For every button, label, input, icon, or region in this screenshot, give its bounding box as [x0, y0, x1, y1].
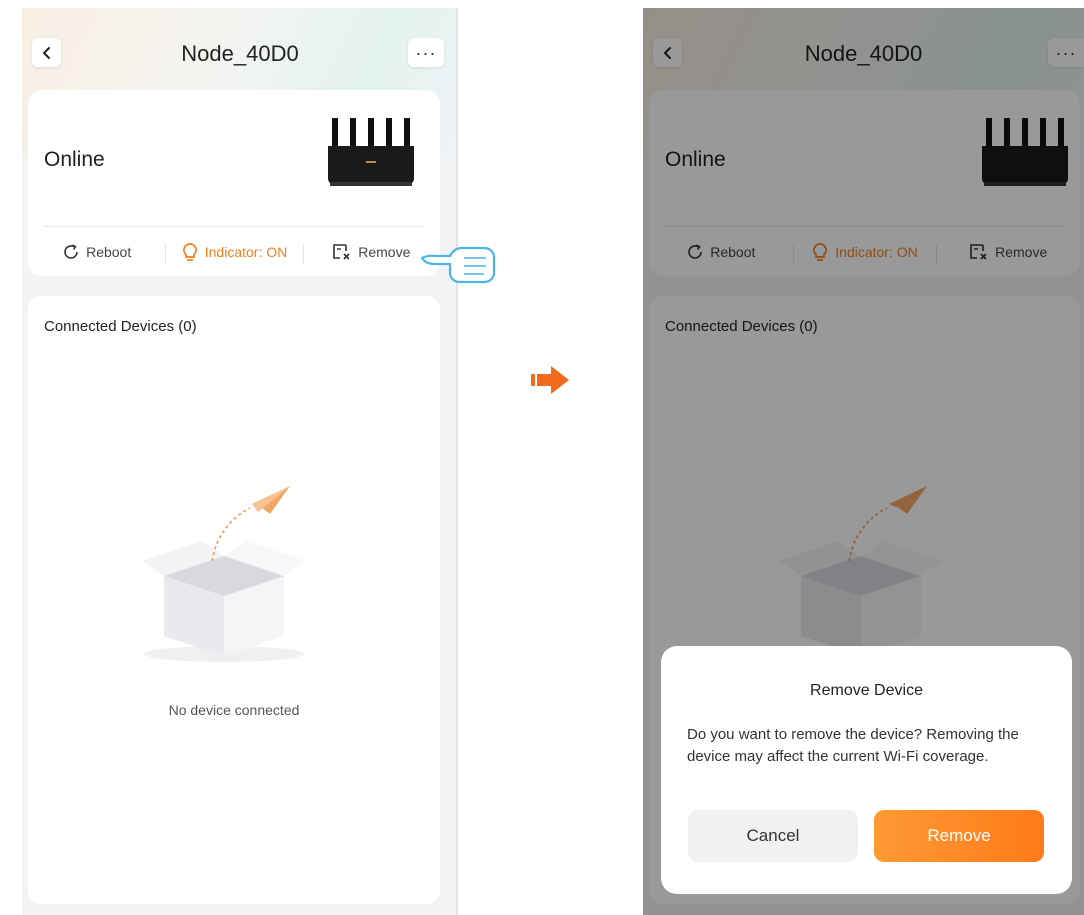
arrow-right-icon [531, 366, 569, 394]
lightbulb-icon [181, 242, 199, 262]
reboot-button[interactable]: Reboot [28, 243, 165, 261]
status-card: Online Reboot Indicator: ON Remove [28, 90, 440, 276]
page-title: Node_40D0 [181, 41, 299, 66]
screen-divider [456, 8, 458, 915]
dialog-title: Remove Device [810, 682, 923, 699]
status-text: Online [44, 148, 105, 171]
dialog-message: Do you want to remove the device? Removi… [687, 726, 1019, 765]
indicator-label: Indicator: ON [204, 243, 288, 260]
more-button[interactable]: ··· [408, 38, 444, 67]
router-image [328, 118, 414, 186]
top-bar: Node_40D0 ··· [22, 8, 458, 96]
remove-label: Remove [358, 243, 411, 260]
pointing-hand-icon [420, 246, 496, 284]
connected-devices-card: Connected Devices (0) No device connecte… [28, 296, 440, 904]
cancel-button[interactable]: Cancel [688, 810, 858, 862]
empty-box-illustration [142, 486, 306, 662]
empty-state-text: No device connected [168, 702, 300, 718]
reboot-icon [62, 243, 80, 261]
devices-title: Connected Devices (0) [44, 318, 197, 335]
confirm-remove-button[interactable]: Remove [874, 810, 1044, 862]
remove-device-dialog: Remove Device Do you want to remove the … [661, 646, 1072, 894]
reboot-label: Reboot [86, 243, 132, 260]
remove-device-icon [332, 243, 352, 261]
action-row: Reboot Indicator: ON Remove [28, 227, 440, 276]
device-detail-screen: Node_40D0 ··· Online Reboot Indicator: O… [22, 8, 458, 915]
indicator-toggle[interactable]: Indicator: ON [165, 242, 302, 264]
device-detail-screen-dialog: Node_40D0 ··· Online Reboot Indicator: O… [643, 8, 1084, 915]
